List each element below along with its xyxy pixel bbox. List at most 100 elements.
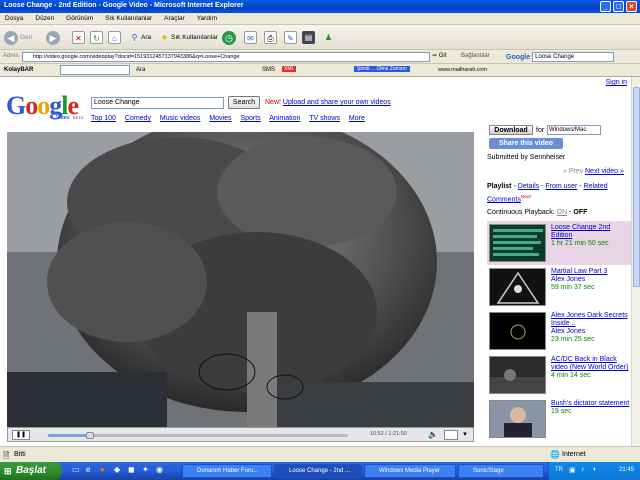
quicklaunch-ie-icon[interactable]: e [86,465,90,474]
video-thumbnail[interactable] [489,268,546,306]
category-more[interactable]: More [349,115,365,122]
video-thumbnail[interactable] [489,400,546,438]
back-button[interactable]: ◀ Geri [4,29,32,46]
tray-volume-icon[interactable]: ♪ [581,466,585,473]
history-button[interactable]: ◷ [222,29,236,46]
upload-link[interactable]: Upload and share your own videos [283,99,391,106]
video-title[interactable]: Alex Jones Dark Secrets Inside .. [551,312,631,328]
next-video-link[interactable]: Next video » [585,168,624,175]
video-thumbnail[interactable] [489,356,546,394]
quicklaunch-app4-icon[interactable]: ◉ [156,465,163,474]
refresh-button[interactable]: ↻ [90,29,103,46]
playlist-item[interactable]: Loose Change 2nd Edition 1 hr 21 min 50 … [487,221,631,265]
task-sonicstage[interactable]: SonicStage [458,464,544,478]
links-label[interactable]: Bağlantılar [461,53,490,59]
kolaybar-site[interactable]: www.mailharati.com [438,67,487,73]
video-thumbnail[interactable] [489,312,546,350]
search-submit-button[interactable]: Search [228,96,260,109]
google-toolbar-logo[interactable]: Google [506,54,530,61]
volume-icon[interactable]: 🔈 [428,430,438,439]
menu-view[interactable]: Görünüm [61,13,98,22]
quicklaunch-app3-icon[interactable]: ✦ [142,465,149,474]
category-tv-shows[interactable]: TV shows [309,115,340,122]
search-button[interactable]: ⚲ Ara [128,29,152,46]
seek-handle[interactable] [86,432,94,439]
task-loose-change[interactable]: Loose Change - 2nd ... [274,464,362,478]
pause-button[interactable]: ❚❚ [12,430,30,440]
print-button[interactable]: ⎙ [264,29,277,46]
category-animation[interactable]: Animation [269,115,300,122]
kolaybar-search-button[interactable]: Ara [136,67,145,73]
stop-button[interactable]: ✕ [72,29,85,46]
mail-button[interactable]: ✉ [244,29,257,46]
details-tab[interactable]: Details [518,183,539,190]
category-music-videos[interactable]: Music videos [160,115,200,122]
from-user-tab[interactable]: From user [545,183,577,190]
fullscreen-button[interactable] [444,430,458,440]
task-donanim-haber[interactable]: Donanım Haber Foru... [182,464,272,478]
playlist-tab[interactable]: Playlist [487,183,512,190]
video-title[interactable]: Martial Law Part 3 [551,268,631,276]
kolaybar-search-input[interactable] [60,65,130,75]
scrollbar-thumb[interactable] [633,87,640,287]
minimize-button[interactable]: _ [600,1,611,12]
kolaybar-label[interactable]: KolayBAR [4,67,33,73]
vertical-scrollbar[interactable] [631,77,640,446]
quicklaunch-media-icon[interactable]: ● [100,465,105,474]
menu-edit[interactable]: Düzen [30,13,59,22]
options-dropdown-icon[interactable]: ▾ [460,430,470,440]
google-toolbar-search-input[interactable]: Loose Change [532,52,615,62]
messenger-button[interactable]: ♟ [322,29,335,46]
seek-bar[interactable] [48,432,348,439]
quicklaunch-desktop-icon[interactable]: ▭ [72,465,80,474]
prev-video-link[interactable]: « Prev [563,168,583,175]
home-button[interactable]: ⌂ [108,29,121,46]
platform-select[interactable]: Windows/Mac [547,125,601,135]
kolaybar-promo[interactable]: Şimdi ... Olma Zamanı [354,66,410,72]
task-windows-media-player[interactable]: Windows Media Player [364,464,456,478]
favorites-button[interactable]: ★ Sık Kullanılanlar [158,29,218,46]
quicklaunch-app-icon[interactable]: ◆ [114,465,120,474]
xml-icon[interactable]: XML [282,66,297,72]
menu-tools[interactable]: Araçlar [159,13,190,22]
video-title[interactable]: Loose Change 2nd Edition [551,224,631,240]
video-author[interactable]: Alex Jones [551,276,631,284]
quicklaunch-app2-icon[interactable]: ◼ [128,465,135,474]
address-input[interactable]: http://video.google.com/videoplay?docid=… [22,52,430,62]
video-search-input[interactable]: Loose Change [91,97,224,109]
video-title[interactable]: Bush's dictator statement [551,400,631,408]
playlist-item[interactable]: Alex Jones Dark Secrets Inside .. Alex J… [487,309,631,353]
maximize-button[interactable]: □ [613,1,624,12]
video-title[interactable]: AC/DC Back in Black video (New World Ord… [551,356,631,372]
menu-file[interactable]: Dosya [0,13,28,22]
sign-in-link[interactable]: Sign in [606,79,627,86]
menu-favorites[interactable]: Sık Kullanılanlar [100,13,157,22]
category-comedy[interactable]: Comedy [125,115,151,122]
related-tab[interactable]: Related [584,183,608,190]
category-top-100[interactable]: Top 100 [91,115,116,122]
edit-button[interactable]: ✎ [284,29,297,46]
go-button[interactable]: ➡ Git [432,52,446,59]
playlist-item[interactable]: AC/DC Back in Black video (New World Ord… [487,353,631,397]
category-movies[interactable]: Movies [209,115,231,122]
video-author[interactable]: Alex Jones [551,328,631,336]
language-indicator[interactable]: TR [555,467,563,473]
video-thumbnail[interactable] [489,224,546,262]
discuss-button[interactable]: ▤ [302,29,315,46]
tray-app-icon[interactable]: ◐ [593,466,597,473]
download-button[interactable]: Download [489,125,533,135]
category-sports[interactable]: Sports [240,115,260,122]
continuous-on-toggle[interactable]: ON [557,209,568,216]
share-button[interactable]: Share this video [489,138,563,149]
kolaybar-sms[interactable]: SMS [262,67,275,73]
forward-button[interactable]: ▶ [46,29,60,46]
start-button[interactable]: ⊞ Başlat [0,462,62,480]
comments-tab[interactable]: Comments [487,196,521,203]
continuous-off-toggle[interactable]: OFF [573,209,587,216]
menu-help[interactable]: Yardım [192,13,222,22]
video-player[interactable] [7,132,474,427]
tray-network-icon[interactable]: ▣ [569,466,576,474]
playlist-item[interactable]: Bush's dictator statement 19 sec [487,397,631,441]
playlist-item[interactable]: Martial Law Part 3 Alex Jones 59 min 37 … [487,265,631,309]
close-button[interactable]: × [626,1,637,12]
